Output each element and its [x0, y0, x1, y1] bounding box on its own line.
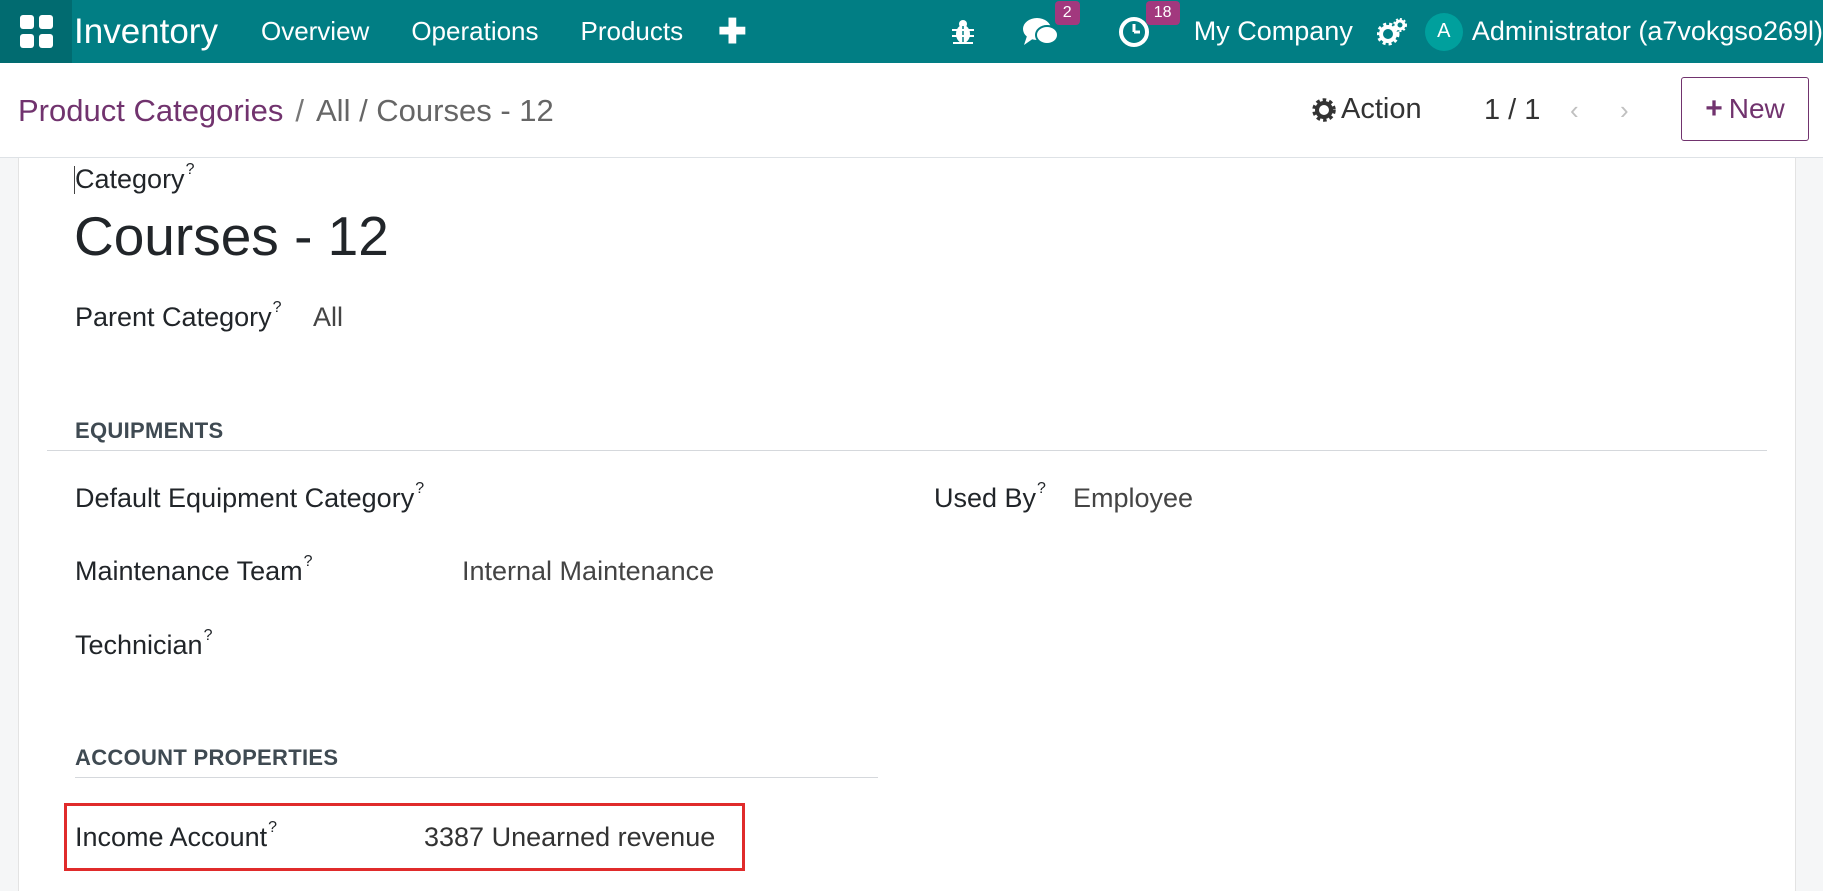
income-account-label: Income Account?: [75, 819, 278, 852]
pager-value[interactable]: 1 / 1: [1484, 94, 1540, 127]
maintenance-team-field[interactable]: Internal Maintenance: [462, 556, 714, 587]
gear-icon: [1312, 97, 1336, 122]
activities-badge: 18: [1145, 0, 1180, 25]
parent-category-label: Parent Category?: [75, 299, 282, 332]
used-by-field[interactable]: Employee: [1073, 483, 1193, 514]
technician-label: Technician?: [75, 627, 213, 660]
pager-next-icon[interactable]: ›: [1620, 95, 1629, 126]
action-button[interactable]: Action: [1312, 93, 1422, 126]
breadcrumb-current: All / Courses - 12: [316, 93, 554, 128]
quick-create-plus-icon[interactable]: ✚: [704, 12, 761, 52]
income-account-field[interactable]: 3387 Unearned revenue: [424, 822, 715, 853]
messages-badge: 2: [1054, 0, 1080, 25]
settings-gears-icon[interactable]: [1376, 17, 1407, 46]
pager-previous-icon[interactable]: ‹: [1570, 95, 1579, 126]
menu-operations[interactable]: Operations: [390, 16, 559, 47]
technician-field[interactable]: [460, 626, 880, 662]
category-label: Category?: [75, 161, 195, 194]
used-by-label: Used By?: [934, 480, 1046, 513]
menu-overview[interactable]: Overview: [240, 16, 390, 47]
parent-category-field[interactable]: All: [313, 302, 343, 333]
help-tooltip-icon[interactable]: ?: [415, 480, 424, 497]
account-properties-section-title: ACCOUNT PROPERTIES: [75, 745, 339, 770]
app-name[interactable]: Inventory: [74, 12, 218, 52]
help-tooltip-icon[interactable]: ?: [268, 819, 277, 836]
debug-bug-icon[interactable]: [950, 18, 976, 46]
new-button[interactable]: + New: [1681, 77, 1809, 141]
equipments-section-title: EQUIPMENTS: [75, 418, 224, 443]
category-name-field[interactable]: Courses - 12: [74, 204, 389, 268]
company-switcher[interactable]: My Company: [1194, 16, 1353, 47]
breadcrumb-separator: /: [295, 93, 304, 128]
help-tooltip-icon[interactable]: ?: [204, 627, 213, 644]
new-label: New: [1728, 93, 1785, 124]
default-equipment-category-field[interactable]: [460, 480, 880, 516]
help-tooltip-icon[interactable]: ?: [186, 161, 195, 178]
breadcrumb: Product Categories / All / Courses - 12: [18, 93, 554, 129]
help-tooltip-icon[interactable]: ?: [304, 553, 313, 570]
action-label: Action: [1341, 93, 1422, 125]
user-avatar[interactable]: A: [1424, 12, 1463, 51]
default-equipment-category-label: Default Equipment Category?: [75, 480, 425, 513]
plus-icon: +: [1705, 92, 1723, 125]
control-panel: Product Categories / All / Courses - 12 Ac…: [0, 63, 1823, 158]
help-tooltip-icon[interactable]: ?: [273, 299, 282, 316]
breadcrumb-product-categories[interactable]: Product Categories: [18, 93, 283, 128]
maintenance-team-label: Maintenance Team?: [75, 553, 313, 586]
menu-products[interactable]: Products: [560, 16, 705, 47]
messages-chat-icon[interactable]: 2: [1022, 0, 1080, 48]
top-navbar: Inventory Overview Operations Products ✚…: [0, 0, 1823, 63]
account-properties-divider: [75, 777, 878, 778]
user-menu[interactable]: Administrator (a7vokgso269l): [1472, 16, 1823, 47]
apps-menu-icon[interactable]: [0, 0, 72, 63]
help-tooltip-icon[interactable]: ?: [1037, 480, 1046, 497]
equipments-divider: [47, 450, 1767, 451]
activities-clock-icon[interactable]: 18: [1118, 0, 1180, 48]
